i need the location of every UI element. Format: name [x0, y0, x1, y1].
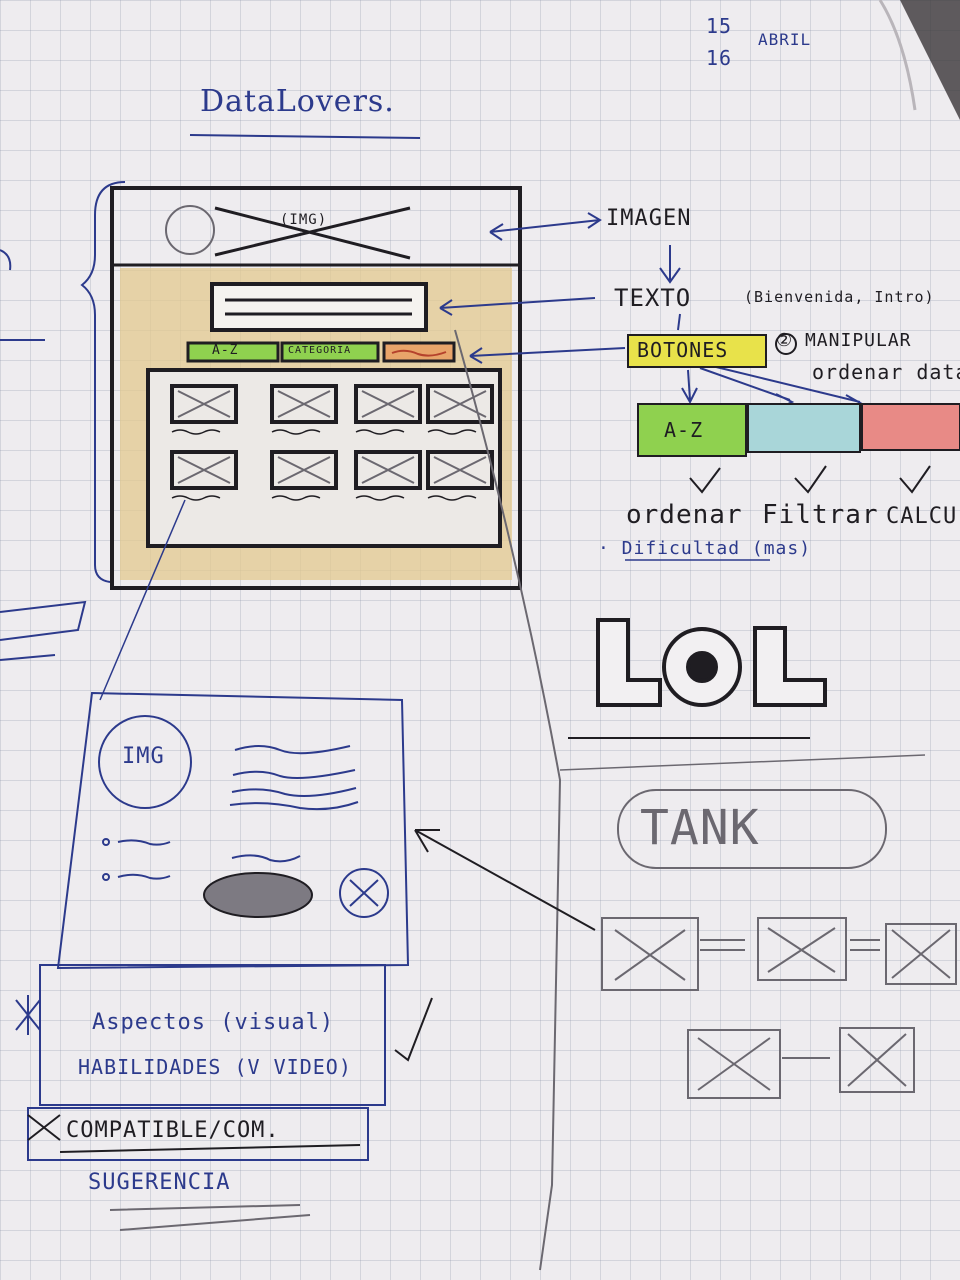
- ann-filtrar: Filtrar: [762, 500, 879, 530]
- card-compatible: COMPATIBLE/COM.: [66, 1118, 280, 1143]
- ann-imagen: IMAGEN: [606, 206, 692, 231]
- wf-header-img-label: (IMG): [280, 212, 328, 228]
- header-logo-circle: [165, 205, 215, 255]
- detail-card: [15, 691, 433, 1231]
- card-sugerencia: SUGERENCIA: [88, 1170, 231, 1195]
- left-margin-marks: [0, 249, 87, 661]
- card-img-label: IMG: [122, 744, 165, 769]
- page-edge-shadow: [900, 0, 960, 120]
- card-habilidades: HABILIDADES (V VIDEO): [78, 1055, 352, 1079]
- ann-ordenar-data: ordenar data: [812, 360, 960, 384]
- ann-tank: TANK: [640, 800, 760, 856]
- arrow-down-1: [659, 245, 681, 284]
- lol-logo: [559, 618, 926, 771]
- page-title: DataLovers.: [200, 84, 395, 119]
- ann-dificultad: · Dificultad (mas): [598, 538, 812, 559]
- ann-botones: BOTONES: [637, 338, 729, 362]
- date-day2: 16: [706, 46, 733, 70]
- ann-texto-note: (Bienvenida, Intro): [744, 288, 935, 306]
- ann-btn-az-label: A-Z: [664, 418, 704, 442]
- wireframe-bracket: [80, 181, 126, 583]
- checkmarks: [689, 465, 931, 494]
- wf-card-grid: [146, 368, 502, 548]
- date-month: ABRIL: [758, 30, 812, 49]
- ann-calcular: CALCU: [886, 504, 958, 529]
- wf-btn-categoria-label: CATEGORIA: [288, 345, 352, 356]
- ann-btn-filtrar: [747, 403, 861, 453]
- card-oval: [203, 872, 313, 918]
- title-underline: [189, 134, 421, 139]
- card-aspectos: Aspectos (visual): [92, 1010, 335, 1035]
- ann-texto: TEXTO: [614, 284, 692, 312]
- intro-text-box: [210, 282, 428, 332]
- sketch-drawing: [0, 0, 960, 1271]
- arrow-to-card: [414, 829, 596, 931]
- wf-btn-az-label: A-Z: [212, 343, 239, 358]
- ann-btn-calcular: [861, 403, 960, 451]
- card-footer-box: [39, 964, 386, 1106]
- ann-ordenar: ordenar: [626, 500, 743, 530]
- arrow-imagen: [489, 219, 601, 241]
- ann-manipular: ② MANIPULAR: [776, 330, 912, 351]
- arrow-b1: [681, 369, 698, 405]
- date-day1: 15: [706, 14, 733, 38]
- arrow-down-2: [677, 313, 681, 331]
